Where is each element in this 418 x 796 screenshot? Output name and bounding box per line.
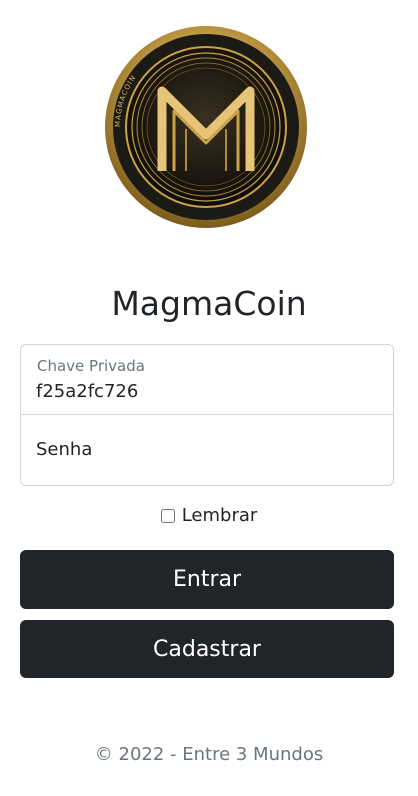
private-key-input[interactable] (36, 381, 376, 402)
remember-label: Lembrar (181, 505, 258, 526)
remember-checkbox[interactable] (160, 508, 175, 523)
password-input[interactable] (36, 439, 376, 460)
login-form: Chave Privada (20, 344, 394, 486)
footer-copyright: © 2022 - Entre 3 Mundos (94, 744, 324, 765)
login-page: MAGMACOIN MagmaCoin Chave Privada Lembra… (0, 0, 418, 796)
private-key-field[interactable]: Chave Privada (21, 345, 393, 415)
login-button[interactable]: Entrar (20, 550, 394, 609)
magmacoin-logo: MAGMACOIN (105, 26, 307, 228)
password-field[interactable] (21, 415, 393, 486)
private-key-label: Chave Privada (37, 357, 145, 375)
remember-me[interactable]: Lembrar (0, 505, 418, 526)
app-title: MagmaCoin (111, 284, 307, 323)
signup-button[interactable]: Cadastrar (20, 620, 394, 678)
